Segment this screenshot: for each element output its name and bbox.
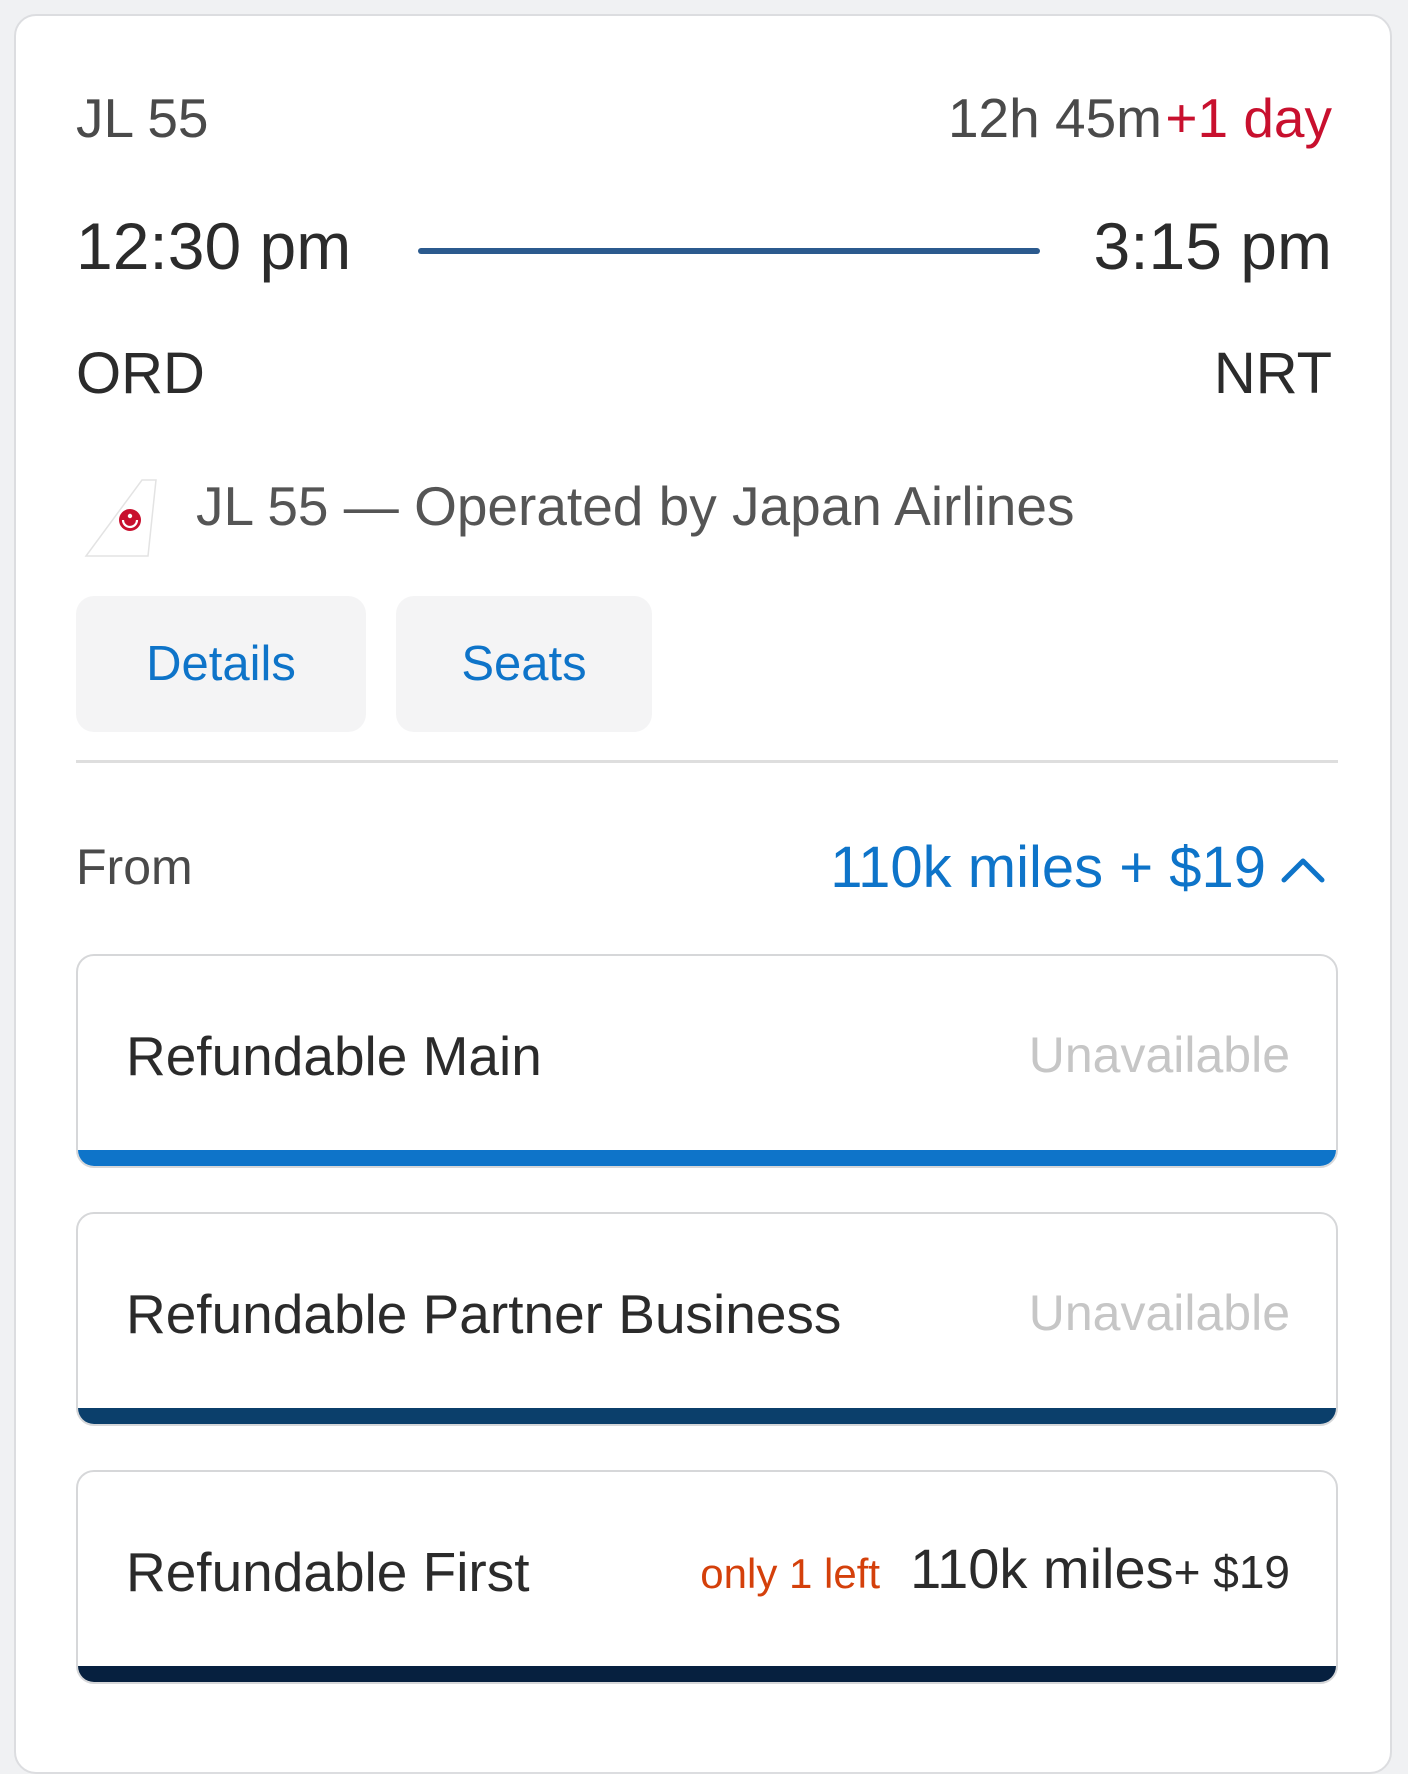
- origin-airport: ORD: [76, 341, 205, 406]
- chevron-up-icon[interactable]: [1278, 852, 1328, 886]
- seats-left-badge: only 1 left: [700, 1550, 881, 1597]
- fare-option-refundable-first[interactable]: Refundable First only 1 left 110k miles …: [76, 1470, 1338, 1684]
- fare-accent-bar: [78, 1150, 1336, 1166]
- flight-card: JL 55 12h 45m +1 day 12:30 pm 3:15 pm OR…: [14, 14, 1392, 1774]
- fare-price-cash: + $19: [1173, 1546, 1290, 1598]
- fare-option-refundable-main[interactable]: Refundable Main Unavailable: [76, 954, 1338, 1168]
- flight-number: JL 55: [76, 87, 209, 149]
- fare-name: Refundable Partner Business: [126, 1283, 842, 1345]
- seats-button[interactable]: Seats: [396, 596, 652, 732]
- fare-status: Unavailable: [1028, 1027, 1290, 1083]
- arrival-time: 3:15 pm: [1093, 209, 1332, 283]
- route-line: [418, 248, 1040, 254]
- fare-accent-bar: [78, 1408, 1336, 1424]
- fare-accent-bar: [78, 1666, 1336, 1682]
- flight-duration: 12h 45m: [947, 87, 1162, 149]
- day-offset-badge: +1 day: [1165, 87, 1332, 149]
- fare-status: Unavailable: [1028, 1285, 1290, 1341]
- from-label: From: [76, 839, 193, 895]
- fare-option-refundable-partner-business[interactable]: Refundable Partner Business Unavailable: [76, 1212, 1338, 1426]
- jal-tail-logo-icon: [82, 468, 172, 558]
- details-button[interactable]: Details: [76, 596, 366, 732]
- departure-time: 12:30 pm: [76, 209, 352, 283]
- fare-name: Refundable First: [126, 1541, 530, 1603]
- fare-price-miles: 110k miles: [910, 1537, 1174, 1600]
- destination-airport: NRT: [1213, 341, 1332, 406]
- operated-by-text: JL 55 — Operated by Japan Airlines: [196, 475, 1075, 537]
- from-price-toggle[interactable]: 110k miles + $19: [830, 834, 1266, 901]
- fare-price-group: only 1 left 110k miles + $19: [700, 1536, 1290, 1601]
- divider: [76, 760, 1338, 763]
- fare-name: Refundable Main: [126, 1025, 542, 1087]
